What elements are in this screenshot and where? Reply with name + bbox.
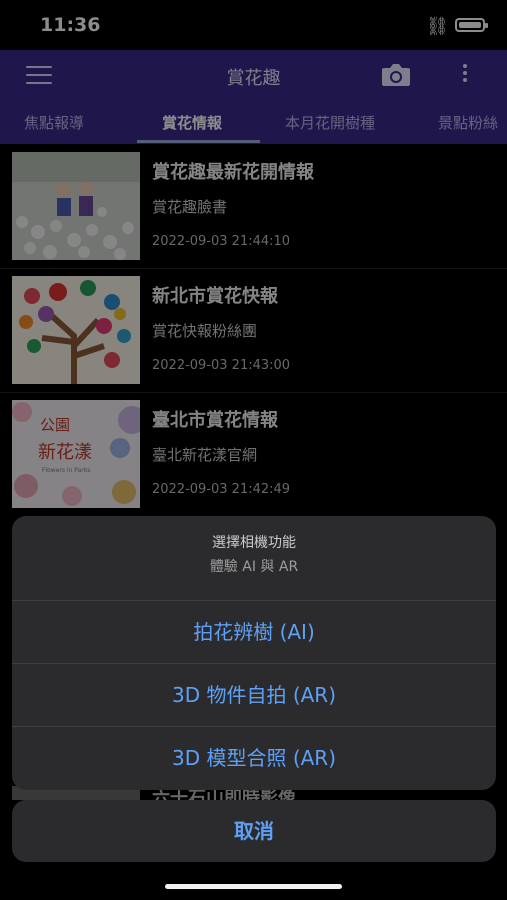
option-ar-photo[interactable]: 3D 模型合照 (AR) (12, 726, 496, 789)
action-sheet-subtitle: 體驗 AI 與 AR (209, 559, 299, 575)
action-sheet: 選擇相機功能 體驗 AI 與 AR 拍花辨樹 (AI) 3D 物件自拍 (AR)… (12, 516, 496, 790)
action-sheet-header: 選擇相機功能 體驗 AI 與 AR (12, 516, 496, 600)
option-ar-selfie[interactable]: 3D 物件自拍 (AR) (12, 663, 496, 726)
cancel-button[interactable]: 取消 (12, 800, 496, 862)
action-sheet-title: 選擇相機功能 (212, 535, 296, 551)
home-indicator[interactable] (165, 884, 342, 889)
option-ai-identify[interactable]: 拍花辨樹 (AI) (12, 600, 496, 663)
